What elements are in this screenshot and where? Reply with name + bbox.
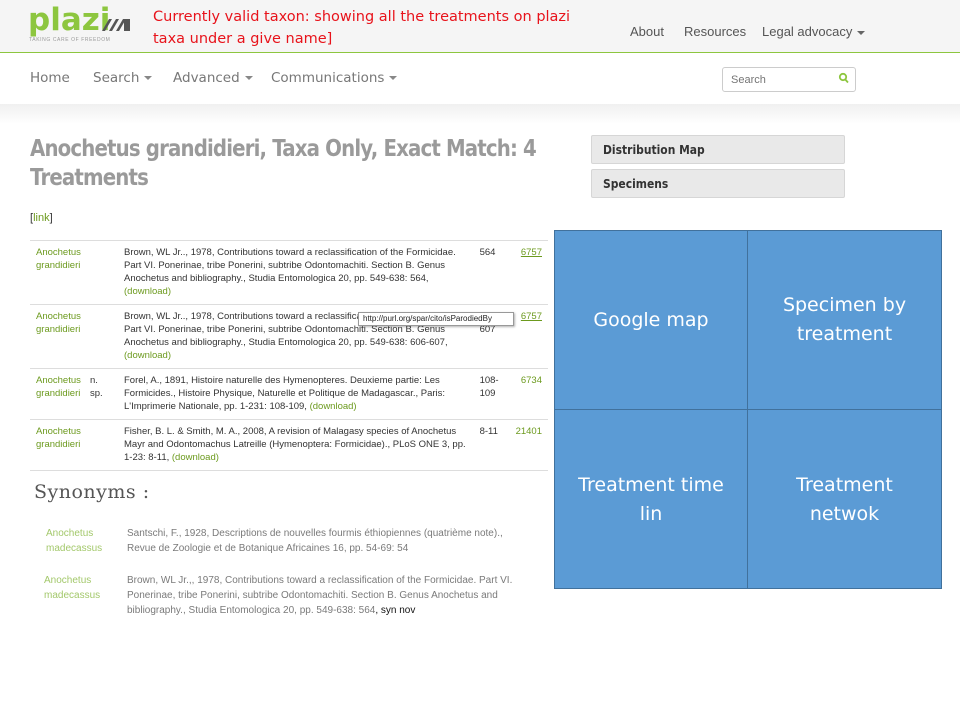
specimen-by-treatment-label: Specimen by treatment [782, 294, 907, 345]
treatment-taxon-link[interactable]: Anochetus grandidieri [30, 240, 90, 305]
treatment-page: 8-11 [473, 419, 510, 471]
table-row: Anochetus grandidieri Brown, WL Jr.., 19… [30, 240, 548, 305]
synonym-reference: Santschi, F., 1928, Descriptions de nouv… [127, 526, 527, 556]
plazi-logo[interactable]: plazi TAKING CARE OF FREEDOM [28, 2, 138, 46]
main-nav: Home Search Advanced Communications [0, 54, 960, 104]
synonym-reference: Brown, WL Jr.,, 1978, Contributions towa… [127, 573, 527, 618]
treatment-id-link[interactable]: 6734 [509, 368, 548, 420]
reference-text: Brown, WL Jr.., 1978, Contributions towa… [124, 247, 456, 284]
permalink-link[interactable]: link [33, 212, 50, 224]
google-map-label: Google map [593, 308, 709, 331]
search-icon[interactable] [838, 72, 850, 86]
nav-legal-label: Legal advocacy [762, 24, 853, 39]
specimens-label: Specimens [603, 176, 669, 191]
download-link[interactable]: (download) [124, 350, 171, 361]
download-link[interactable]: (download) [172, 452, 219, 463]
nav-about-label: About [630, 24, 664, 39]
synonym-reference-text: Santschi, F., 1928, Descriptions de nouv… [127, 528, 503, 554]
download-link[interactable]: (download) [310, 401, 357, 412]
treatment-reference: Fisher, B. L. & Smith, M. A., 2008, A re… [118, 419, 474, 471]
treatment-id-link[interactable]: 6757 [509, 240, 548, 305]
nav-resources[interactable]: Resources [684, 24, 746, 39]
chevron-down-icon [244, 76, 253, 80]
treatment-network-label: Treatment netwok [796, 473, 893, 525]
treatment-network-panel[interactable]: Treatment netwok [748, 410, 941, 589]
search-input[interactable] [723, 68, 833, 91]
reference-text: Forel, A., 1891, Histoire naturelle des … [124, 375, 446, 412]
distribution-map-button[interactable]: Distribution Map [591, 135, 845, 164]
google-map-panel[interactable]: Google map [555, 231, 748, 410]
logo-tagline: TAKING CARE OF FREEDOM [29, 37, 111, 43]
feature-grid: Google map Specimen by treatment Treatme… [554, 230, 942, 589]
nav-search-label: Search [93, 70, 140, 86]
treatment-timeline-panel[interactable]: Treatment time lin [555, 410, 748, 589]
treatment-timeline-label: Treatment time lin [578, 473, 724, 525]
top-bar: plazi TAKING CARE OF FREEDOM Currently v… [0, 0, 960, 53]
treatment-id-link[interactable]: 6757 [509, 304, 548, 369]
treatment-page: 564 [473, 240, 510, 305]
treatments-table: Anochetus grandidieri Brown, WL Jr.., 19… [30, 240, 548, 471]
treatment-reference: Brown, WL Jr.., 1978, Contributions towa… [118, 240, 474, 305]
nav-home[interactable]: Home [30, 70, 70, 86]
logo-books-icon [102, 19, 130, 31]
page-title: Anochetus grandidieri, Taxa Only, Exact … [30, 136, 537, 191]
nav-advanced-label: Advanced [173, 70, 240, 86]
treatment-status [90, 304, 118, 369]
nav-home-label: Home [30, 70, 70, 86]
nav-advanced[interactable]: Advanced [173, 70, 253, 86]
treatment-id-link[interactable]: 21401 [509, 419, 548, 471]
synonyms-heading: Synonyms : [34, 481, 150, 503]
nav-about[interactable]: About [630, 24, 664, 39]
synonym-taxon-link[interactable]: Anochetus madecassus [46, 526, 126, 556]
chevron-down-icon [144, 76, 153, 80]
nav-resources-label: Resources [684, 24, 747, 39]
search-box [722, 67, 856, 92]
treatment-status [90, 419, 118, 471]
tooltip: http://purl.org/spar/cito/isParodiedBy [358, 312, 514, 326]
chevron-down-icon [857, 30, 866, 35]
treatment-page: 108-109 [473, 368, 510, 420]
distribution-map-label: Distribution Map [603, 142, 705, 157]
nav-search[interactable]: Search [93, 70, 153, 86]
chevron-down-icon [389, 76, 398, 80]
treatment-reference: Forel, A., 1891, Histoire naturelle des … [118, 368, 474, 420]
annotation-note: Currently valid taxon: showing all the t… [153, 9, 571, 47]
nav-communications[interactable]: Communications [271, 70, 398, 86]
synonym-reference-text: Brown, WL Jr.,, 1978, Contributions towa… [127, 575, 513, 616]
logo-wordmark: plazi [28, 2, 111, 38]
treatment-status: n. sp. [90, 368, 118, 420]
nav-legal-advocacy[interactable]: Legal advocacy [762, 24, 866, 39]
treatment-taxon-link[interactable]: Anochetus grandidieri [30, 368, 90, 420]
nav-shadow [0, 104, 960, 124]
treatment-status [90, 240, 118, 305]
specimens-button[interactable]: Specimens [591, 169, 845, 198]
nav-communications-label: Communications [271, 70, 385, 86]
synonym-taxon-link[interactable]: Anochetus madecassus [44, 573, 124, 603]
treatment-taxon-link[interactable]: Anochetus grandidieri [30, 419, 90, 471]
synonym-status: , syn nov [375, 605, 416, 616]
treatment-taxon-link[interactable]: Anochetus grandidieri [30, 304, 90, 369]
specimen-by-treatment-panel[interactable]: Specimen by treatment [748, 231, 941, 410]
table-row: Anochetus grandidieri n. sp. Forel, A., … [30, 368, 548, 420]
download-link[interactable]: (download) [124, 286, 171, 297]
table-row: Anochetus grandidieri Fisher, B. L. & Sm… [30, 419, 548, 471]
permalink: [link] [30, 212, 53, 224]
